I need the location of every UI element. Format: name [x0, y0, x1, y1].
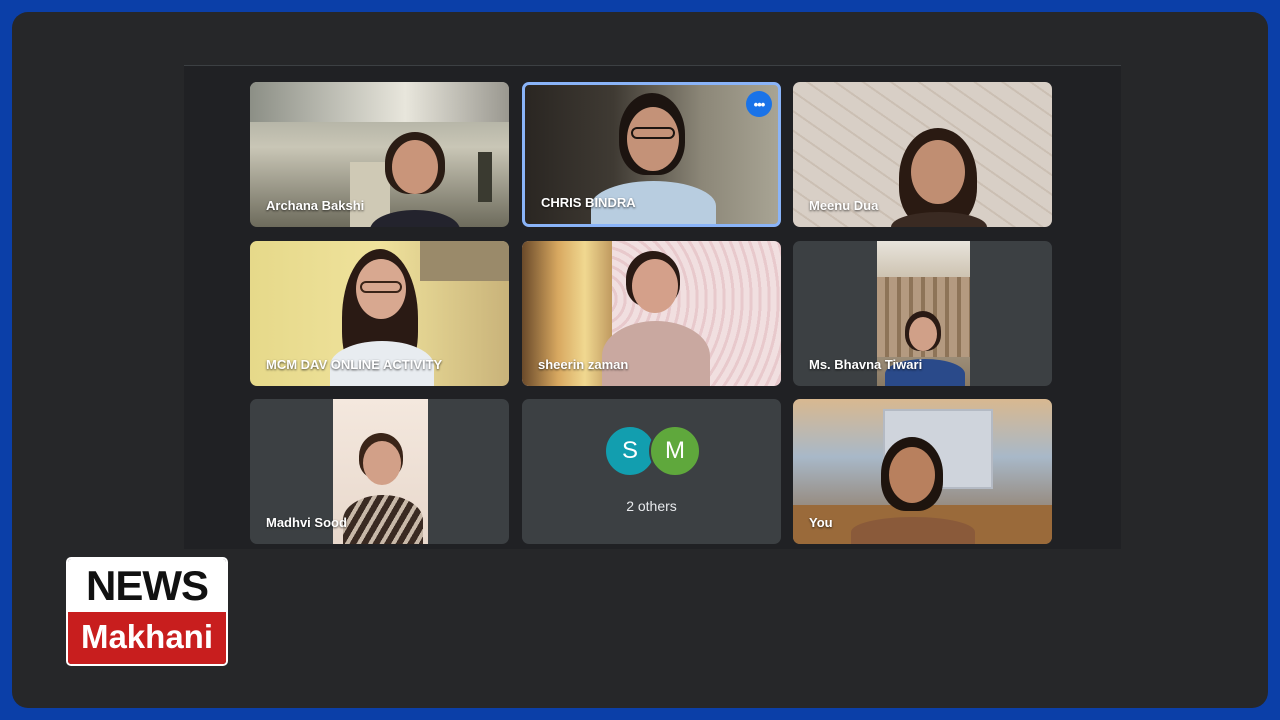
others-tile[interactable]: S M 2 others — [522, 399, 781, 544]
news-makhani-logo: NEWS Makhani — [66, 557, 228, 666]
participant-tile[interactable]: Madhvi Sood — [250, 399, 509, 544]
logo-makhani-text: Makhani — [68, 612, 226, 664]
meeting-grid: Archana Bakshi ••• CHRIS BINDRA Meenu Du… — [184, 65, 1121, 549]
participant-tile[interactable]: Archana Bakshi — [250, 82, 509, 227]
more-options-icon[interactable]: ••• — [746, 91, 772, 117]
participant-tile-active[interactable]: ••• CHRIS BINDRA — [522, 82, 781, 227]
glasses — [360, 281, 402, 293]
participant-name: MCM DAV ONLINE ACTIVITY — [266, 357, 443, 372]
participant-tile[interactable]: MCM DAV ONLINE ACTIVITY — [250, 241, 509, 386]
participant-name: CHRIS BINDRA — [541, 195, 636, 210]
logo-news-text: NEWS — [68, 559, 226, 612]
participant-name: You — [809, 515, 833, 530]
participant-video-frame — [333, 399, 428, 544]
participant-name: Ms. Bhavna Tiwari — [809, 357, 923, 372]
room-wall — [250, 82, 509, 122]
participant-name: Madhvi Sood — [266, 515, 347, 530]
participant-tile[interactable]: Meenu Dua — [793, 82, 1052, 227]
participant-name: sheerin zaman — [538, 357, 629, 372]
participant-tile[interactable]: sheerin zaman — [522, 241, 781, 386]
wall-frame — [478, 152, 492, 202]
participant-tile-self[interactable]: You — [793, 399, 1052, 544]
participant-tile[interactable]: Ms. Bhavna Tiwari — [793, 241, 1052, 386]
avatar: M — [649, 425, 701, 477]
participant-name: Meenu Dua — [809, 198, 879, 213]
others-count-label: 2 others — [626, 498, 677, 514]
room-wall — [420, 241, 509, 281]
participant-name: Archana Bakshi — [266, 198, 365, 213]
glasses — [631, 127, 675, 139]
